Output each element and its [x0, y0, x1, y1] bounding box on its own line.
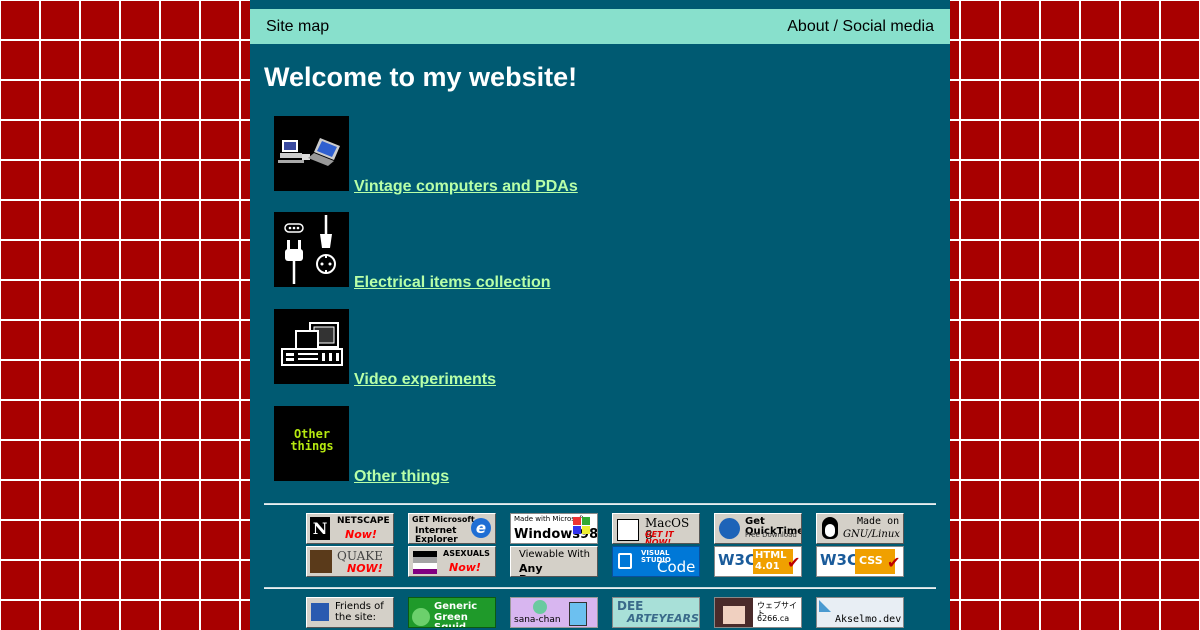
badge-text: the site:: [335, 612, 377, 623]
divider: [264, 587, 936, 589]
check-icon: ✔: [787, 553, 801, 572]
any-browser-badge[interactable]: Viewable With Any Browser: [510, 546, 598, 577]
badge-text: Generic: [434, 601, 478, 612]
badge-text: Code: [657, 558, 696, 576]
macos8-badge[interactable]: MacOS 8 GET IT NOW!: [612, 513, 700, 544]
badge-text: NETSCAPE: [337, 516, 390, 526]
badge-text: GET Microsoft: [412, 515, 475, 524]
computers-icon[interactable]: [274, 116, 349, 191]
badge-text: GNU/Linux: [843, 529, 900, 540]
badge-text: HTML 4.01: [755, 550, 787, 572]
about-social-link[interactable]: About / Social media: [787, 18, 934, 36]
windows-logo-icon: [582, 517, 590, 525]
video-mixer-icon[interactable]: [274, 309, 349, 384]
badge-text: ARTEYEARS: [627, 612, 699, 625]
vintage-computers-link[interactable]: Vintage computers and PDAs: [354, 178, 578, 196]
check-icon: ✔: [887, 553, 901, 572]
badge-text: Green Squid: [434, 612, 468, 628]
badge-text: CSS: [859, 554, 883, 567]
tux-penguin-icon: [825, 524, 835, 537]
other-things-icon[interactable]: Other things: [274, 406, 349, 481]
friends-of-site-badge: Friends of the site:: [306, 597, 394, 628]
main-page: Site map About / Social media Welcome to…: [250, 0, 950, 630]
badge-text: Made on: [857, 516, 900, 527]
quake-face-icon: [310, 550, 332, 573]
asexuals-now-badge[interactable]: ASEXUALS Now!: [408, 546, 496, 577]
badge-text: Friends of: [335, 601, 384, 612]
site-map-link[interactable]: Site map: [266, 18, 329, 36]
badge-text: DEE: [617, 599, 644, 613]
netscape-n-icon: N: [310, 517, 330, 540]
badge-text: 6266.ca: [757, 614, 790, 623]
other-things-icon-text: Other things: [290, 427, 334, 453]
quicktime-badge[interactable]: Get QuickTime Free Download: [714, 513, 802, 544]
asexual-flag-icon: [413, 569, 437, 574]
top-navigation: Site map About / Social media: [250, 9, 950, 44]
badge-text: Viewable With: [519, 549, 591, 560]
akselmo-logo-icon: [819, 600, 831, 612]
character-icon: [533, 600, 547, 614]
website-6266-badge[interactable]: ウェブサイト 6266.ca: [714, 597, 802, 628]
electrical-items-link[interactable]: Electrical items collection: [354, 274, 551, 292]
badge-text: Now!: [449, 561, 481, 574]
plug-icon[interactable]: [274, 212, 349, 287]
dee-arteyears-badge[interactable]: DEE ARTEYEARS: [612, 597, 700, 628]
badge-text: Akselmo.dev: [835, 614, 902, 625]
gnu-linux-badge[interactable]: Made on GNU/Linux: [816, 513, 904, 544]
anime-character-icon: [723, 606, 745, 624]
badge-text: Any Browser: [519, 562, 570, 576]
other-things-link[interactable]: Other things: [354, 468, 449, 486]
badge-text: Free Download: [745, 531, 797, 539]
quake-now-badge[interactable]: QUAKE NOW!: [306, 546, 394, 577]
page-title: Welcome to my website!: [264, 62, 578, 92]
sana-chan-badge[interactable]: sana-chan: [510, 597, 598, 628]
generic-green-squid-badge[interactable]: Generic Green Squid: [408, 597, 496, 628]
windows-logo-icon: [582, 526, 590, 534]
badge-text: Now!: [345, 528, 377, 541]
akselmo-dev-badge[interactable]: Akselmo.dev: [816, 597, 904, 628]
apple-logo-icon: [617, 519, 639, 541]
internet-explorer-badge[interactable]: GET Microsoft Internet Explorer e: [408, 513, 496, 544]
vscode-logo-icon: [618, 553, 632, 569]
pda-icon: [569, 602, 587, 626]
badge-text: W3C: [718, 551, 756, 569]
badge-text: NOW!: [347, 562, 383, 575]
divider: [264, 503, 936, 505]
badge-text: W3C: [820, 551, 858, 569]
quicktime-q-icon: [719, 518, 740, 539]
ie-logo-icon: e: [471, 518, 491, 538]
badge-text: ASEXUALS: [443, 549, 490, 558]
vscode-badge[interactable]: VISUAL STUDIO Code: [612, 546, 700, 577]
squid-icon: [412, 608, 430, 626]
w3c-html401-badge[interactable]: W3C HTML 4.01 ✔: [714, 546, 802, 577]
w3c-css-badge[interactable]: W3C CSS ✔: [816, 546, 904, 577]
windows98-badge[interactable]: Made with Microsoft Windows98: [510, 513, 598, 544]
badge-text: GET IT NOW!: [645, 530, 674, 544]
friends-icon: [311, 603, 329, 621]
video-experiments-link[interactable]: Video experiments: [354, 371, 496, 389]
windows-logo-icon: [573, 526, 581, 534]
windows-logo-icon: [573, 517, 581, 525]
badge-text: QUAKE: [337, 549, 383, 563]
badge-text: sana-chan: [514, 615, 561, 625]
badge-text: Internet Explorer: [415, 526, 458, 544]
netscape-now-badge[interactable]: N NETSCAPE Now!: [306, 513, 394, 544]
